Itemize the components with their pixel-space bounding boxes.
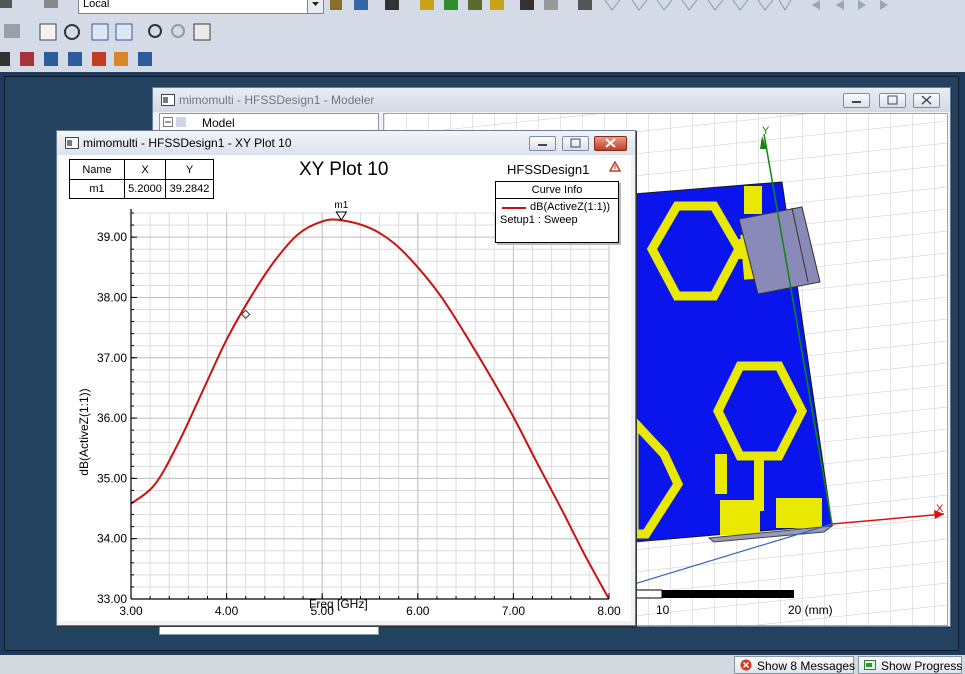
marker-label: m1 bbox=[334, 200, 348, 211]
modeler-title: mimomulti - HFSSDesign1 - Modeler bbox=[179, 93, 375, 107]
analyze-icon bbox=[468, 0, 482, 10]
marker-table-header-y: Y bbox=[165, 159, 214, 180]
plot-grid bbox=[130, 212, 610, 600]
maximize-button[interactable] bbox=[562, 136, 589, 151]
progress-icon bbox=[864, 660, 876, 670]
curve-info-title: Curve Info bbox=[496, 182, 618, 199]
toolbar-row-1-icons bbox=[0, 0, 888, 11]
report-icon[interactable] bbox=[609, 161, 621, 173]
show-progress-button[interactable]: Show Progress bbox=[858, 656, 962, 674]
y-tick-label: 33.00 bbox=[97, 592, 127, 606]
table-row[interactable]: m1 5.2000 39.2842 bbox=[69, 179, 214, 199]
expand-icon[interactable] bbox=[163, 117, 187, 129]
status-bar: Show 8 Messages Show Progress bbox=[0, 655, 965, 674]
marker-table-header-x: X bbox=[124, 159, 166, 180]
sparam-icons bbox=[604, 0, 792, 11]
window-icon bbox=[161, 94, 175, 106]
minimize-button[interactable] bbox=[843, 93, 870, 108]
measure-icon bbox=[385, 0, 399, 10]
curve-info-legend[interactable]: Curve Info dB(ActiveZ(1:1)) Setup1 : Swe… bbox=[495, 181, 619, 243]
ruler-label-20: 20 (mm) bbox=[788, 603, 833, 617]
y-tick-label: 35.00 bbox=[97, 471, 127, 485]
tree-root-label[interactable]: Model bbox=[202, 116, 235, 130]
y-axis-label: dB(ActiveZ(1:1)) bbox=[77, 388, 91, 476]
plot-title-bar[interactable]: mimomulti - HFSSDesign1 - XY Plot 10 bbox=[57, 131, 635, 155]
rotate-icon bbox=[64, 24, 80, 40]
y-tick-label: 37.00 bbox=[97, 351, 127, 365]
minimize-button[interactable] bbox=[529, 136, 556, 151]
maximize-button[interactable] bbox=[879, 93, 906, 108]
plot-ticks: 3.00 4.00 5.00 6.00 7.00 8.0033.0034.0035.003… bbox=[97, 209, 621, 618]
validate-icon bbox=[420, 0, 434, 10]
y-tick-label: 38.00 bbox=[97, 290, 127, 304]
curve-setup: Setup1 : Sweep bbox=[500, 214, 578, 226]
window-icon bbox=[65, 137, 79, 149]
x-tick-label: 3.00 bbox=[119, 604, 143, 618]
zoom-out-icon bbox=[115, 23, 133, 41]
marker-triangle bbox=[335, 211, 348, 221]
toolbar-row-2-icons bbox=[0, 23, 211, 66]
curve-name: dB(ActiveZ(1:1)) bbox=[530, 201, 611, 213]
mesh-icon bbox=[44, 52, 58, 66]
y-tick-label: 34.00 bbox=[97, 532, 127, 546]
axis-y-label: Y bbox=[762, 125, 770, 137]
field-icon bbox=[138, 52, 152, 66]
modeler-title-bar[interactable]: mimomulti - HFSSDesign1 - Modeler bbox=[153, 88, 950, 112]
pan-icon bbox=[39, 23, 57, 41]
x-axis-label: Freq [GHz] bbox=[309, 597, 368, 611]
results-icon bbox=[490, 0, 504, 10]
error-icon bbox=[740, 659, 752, 671]
sweep-icon bbox=[92, 52, 106, 66]
design-name: HFSSDesign1 bbox=[507, 162, 590, 177]
show-progress-label: Show Progress bbox=[881, 659, 963, 673]
marker-x-cell: 5.2000 bbox=[124, 179, 166, 199]
y-tick-label: 36.00 bbox=[97, 411, 127, 425]
close-button[interactable] bbox=[913, 93, 940, 108]
mark-icon bbox=[354, 0, 368, 10]
zoom-field-icon bbox=[520, 0, 534, 10]
legend-line-swatch bbox=[502, 207, 526, 209]
x-tick-label: 7.00 bbox=[502, 604, 526, 618]
marker-table-header-name: Name bbox=[69, 159, 125, 180]
x-tick-label: 6.00 bbox=[406, 604, 430, 618]
plot-title: XY Plot 10 bbox=[299, 159, 389, 180]
ruler-label-10: 10 bbox=[656, 603, 670, 617]
save-icon bbox=[330, 0, 342, 10]
show-messages-button[interactable]: Show 8 Messages bbox=[734, 656, 856, 674]
fit-all-icon bbox=[193, 23, 211, 41]
redo-icon bbox=[44, 0, 58, 8]
y-tick-label: 39.00 bbox=[97, 230, 127, 244]
excitation-icon bbox=[20, 52, 34, 66]
xy-plot-window[interactable]: mimomulti - HFSSDesign1 - XY Plot 10 m1 … bbox=[56, 130, 636, 626]
plot-area[interactable]: m1 3.00 4.00 5.00 6.00 7.00 8.00 33.00 34.00 35.… bbox=[59, 155, 631, 621]
undo-icon bbox=[0, 0, 12, 8]
series-line bbox=[130, 218, 610, 600]
toolbar-area: Local bbox=[0, 0, 965, 72]
show-messages-label: Show 8 Messages bbox=[757, 659, 856, 673]
table-icon bbox=[578, 0, 592, 10]
check-icon bbox=[444, 0, 458, 10]
marker-y-cell: 39.2842 bbox=[165, 179, 214, 199]
scale-ruler bbox=[633, 589, 794, 599]
marker-name-cell: m1 bbox=[69, 179, 125, 199]
close-button[interactable] bbox=[594, 136, 627, 151]
setup-icon bbox=[68, 52, 82, 66]
plot-window-title: mimomulti - HFSSDesign1 - XY Plot 10 bbox=[83, 136, 292, 150]
zoom-fit-icon bbox=[171, 24, 185, 38]
orient-icon bbox=[4, 24, 20, 38]
zoom-icon bbox=[148, 24, 162, 38]
x-tick-label: 8.00 bbox=[597, 604, 621, 618]
plot-icon bbox=[544, 0, 558, 10]
animation-controls-icon bbox=[812, 0, 888, 10]
zoom-in-icon bbox=[91, 23, 109, 41]
marker-table[interactable]: Name X Y m1 5.2000 39.2842 bbox=[69, 159, 214, 199]
x-tick-label: 4.00 bbox=[215, 604, 239, 618]
boundary-icon bbox=[0, 52, 10, 66]
radiation-icon bbox=[114, 52, 128, 66]
axis-x-label: X bbox=[936, 503, 944, 515]
